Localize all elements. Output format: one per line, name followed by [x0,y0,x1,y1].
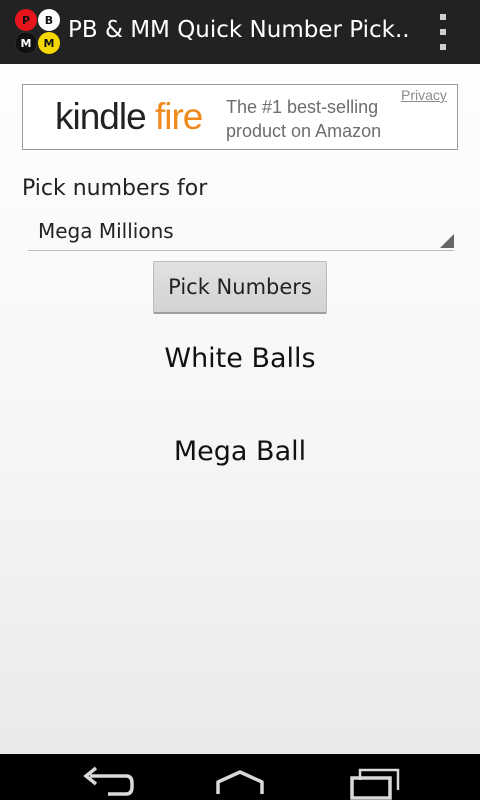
mega-ball-heading: Mega Ball [173,436,307,467]
recents-icon[interactable] [336,760,416,800]
navigation-bar [0,754,480,800]
ad-tagline-line1: The #1 best-selling [226,97,379,117]
back-icon[interactable] [68,760,148,800]
app-screen: P B M M PB & MM Quick Number Pick... kin… [0,0,480,800]
ad-tagline: The #1 best-selling product on Amazon [226,95,396,143]
home-icon[interactable] [200,760,280,800]
logo-word-kindle: kindle [55,96,147,137]
app-icon[interactable]: P B M M [14,9,62,55]
overflow-menu-icon[interactable] [430,14,456,50]
menu-dot [440,29,446,35]
game-select-spinner[interactable]: Mega Millions [28,214,454,251]
logo-word-fire: fire [154,96,203,137]
icon-letter-m1: M [21,37,32,50]
game-select-value: Mega Millions [38,219,174,243]
ad-tagline-line2: product on Amazon [226,121,382,141]
menu-dot [440,14,446,20]
icon-letter-p: P [22,14,30,27]
kindle-fire-logo: kindle fire [55,93,203,141]
ad-banner[interactable]: kindle fire The #1 best-selling product … [22,84,458,150]
pick-numbers-button[interactable]: Pick Numbers [153,261,327,314]
app-title: PB & MM Quick Number Pick... [68,17,408,43]
icon-letter-m2: M [44,37,55,50]
pick-numbers-for-label: Pick numbers for [22,176,208,201]
action-bar: P B M M PB & MM Quick Number Pick... [0,0,480,64]
menu-dot [440,44,446,50]
privacy-link[interactable]: Privacy [401,87,447,103]
icon-letter-b: B [45,14,53,27]
white-balls-heading: White Balls [164,343,316,374]
dropdown-arrow-icon [440,234,454,248]
